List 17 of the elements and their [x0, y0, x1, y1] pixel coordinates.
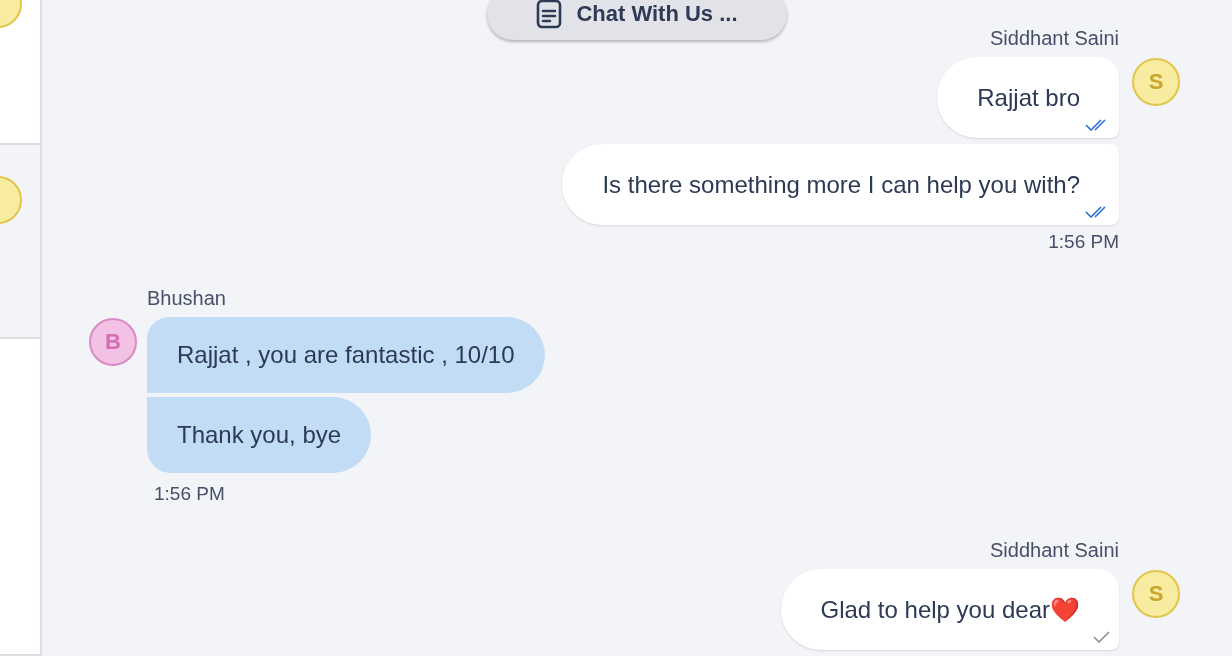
- sender-name: Bhushan: [147, 286, 226, 310]
- avatar: S: [1132, 570, 1180, 618]
- message-time: 1:56 PM: [154, 484, 225, 504]
- avatar: S: [1132, 58, 1180, 106]
- avatar: B: [89, 318, 137, 366]
- sender-name: Siddhant Saini: [990, 538, 1119, 562]
- chat-with-us-button[interactable]: Chat With Us ...: [487, 0, 787, 40]
- message-time: 1:56 PM: [1048, 232, 1119, 252]
- message-bubble: Is there something more I can help you with?: [562, 144, 1119, 225]
- message-bubble: Glad to help you dear❤: [780, 569, 1119, 650]
- sender-name: Siddhant Saini: [990, 26, 1119, 50]
- document-icon: [536, 0, 563, 29]
- message-bubble: Rajjat , you are fantastic , 10/10: [147, 317, 545, 393]
- message-bubble: Thank you, bye: [147, 397, 372, 473]
- message-bubble: Rajjat bro: [937, 57, 1119, 138]
- conversation-item[interactable]: [0, 145, 40, 339]
- conversation-item[interactable]: [0, 0, 40, 145]
